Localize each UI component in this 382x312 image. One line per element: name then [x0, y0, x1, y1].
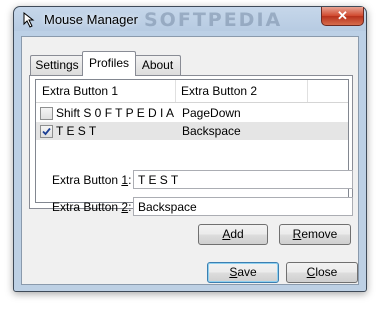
close-button[interactable]: Close — [286, 262, 358, 283]
title-bar[interactable]: SOFTPEDIA Mouse Manager ✕ — [14, 7, 366, 33]
remove-button[interactable]: Remove — [279, 224, 351, 245]
row-extra-button-2: Backspace — [182, 124, 241, 138]
tab-profiles[interactable]: Profiles — [82, 51, 136, 76]
row-extra-button-1: Shift S 0 F T P E D I A — [56, 106, 175, 120]
tab-settings[interactable]: Settings — [30, 55, 84, 75]
list-header: Extra Button 1 Extra Button 2 — [36, 80, 348, 103]
client-area: Settings Profiles About Extra Button 1 E… — [21, 36, 359, 285]
window-close-button[interactable]: ✕ — [321, 7, 364, 26]
checkmark-icon — [42, 127, 51, 136]
list-row-selected[interactable]: T E S T Backspace — [36, 122, 348, 140]
save-button[interactable]: Save — [207, 262, 279, 283]
mouse-cursor-icon — [23, 12, 35, 28]
row-checkbox[interactable] — [40, 125, 53, 138]
extra-button-1-label: Extra Button 1: — [52, 173, 132, 187]
close-icon: ✕ — [337, 8, 348, 23]
extra-button-2-label: Extra Button 2: — [52, 200, 132, 214]
extra-button-1-field[interactable]: T E S T — [133, 170, 353, 189]
row-extra-button-2: PageDown — [182, 106, 241, 120]
column-header-extra-button-1[interactable]: Extra Button 1 — [36, 80, 176, 102]
extra-button-2-field[interactable]: Backspace — [133, 197, 353, 216]
row-checkbox[interactable] — [40, 107, 53, 120]
add-button[interactable]: Add — [198, 224, 268, 245]
tab-about[interactable]: About — [134, 55, 181, 75]
mouse-manager-window: SOFTPEDIA Mouse Manager ✕ Settings Profi… — [13, 6, 367, 292]
list-row[interactable]: Shift S 0 F T P E D I A PageDown — [36, 104, 348, 122]
row-extra-button-1: T E S T — [56, 124, 97, 138]
window-title: Mouse Manager — [44, 12, 138, 27]
column-header-extra-button-2[interactable]: Extra Button 2 — [175, 80, 308, 102]
title-watermark: SOFTPEDIA — [144, 9, 283, 31]
